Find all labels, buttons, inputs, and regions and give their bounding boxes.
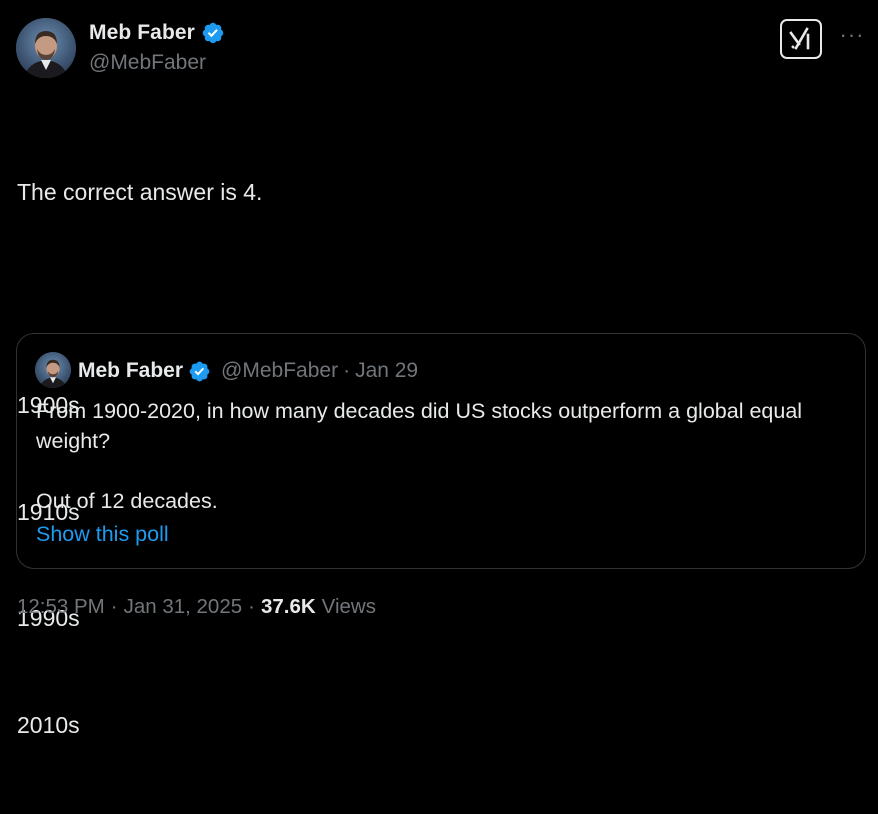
quoted-tweet-card[interactable]: Meb Faber @MebFaber · Jan 29 From 1900-2… <box>16 333 866 569</box>
separator-dot: · <box>248 595 255 618</box>
quoted-tweet-text-line: Out of 12 decades. <box>36 489 218 513</box>
views-count: 37.6K <box>260 595 316 618</box>
more-horizontal-icon[interactable]: ··· <box>839 24 865 51</box>
verified-badge-icon <box>188 360 211 383</box>
tweet-date[interactable]: Jan 31, 2025 <box>124 595 243 619</box>
grok-icon[interactable] <box>780 19 822 59</box>
author-avatar[interactable] <box>16 18 76 78</box>
quoted-author-display-name[interactable]: Meb Faber <box>78 359 183 383</box>
author-name-row: Meb Faber <box>89 20 225 46</box>
quoted-author-handle: @MebFaber <box>221 359 339 382</box>
tweet-text-line: The correct answer is 4. <box>17 179 263 205</box>
quoted-tweet-text: From 1900-2020, in how many decades did … <box>36 396 851 516</box>
quoted-tweet-header: Meb Faber @MebFaber · Jan 29 <box>78 358 418 384</box>
author-handle[interactable]: @MebFaber <box>89 51 206 75</box>
separator-dot: · <box>343 359 351 382</box>
show-poll-link[interactable]: Show this poll <box>36 522 169 547</box>
tweet-meta: 12:53 PM · Jan 31, 2025 · 37.6K Views <box>17 595 376 619</box>
tweet-time[interactable]: 12:53 PM <box>17 595 105 619</box>
tweet: Meb Faber @MebFaber ··· The correct answ… <box>0 0 878 738</box>
author-display-name[interactable]: Meb Faber <box>89 21 195 45</box>
tweet-text-line <box>17 282 262 318</box>
views-label: Views <box>321 595 376 618</box>
quoted-tweet-text-line: From 1900-2020, in how many decades did … <box>36 399 803 453</box>
quoted-author-avatar[interactable] <box>35 352 71 388</box>
quoted-tweet-date: Jan 29 <box>355 359 419 382</box>
tweet-text-line: 2010s <box>17 711 80 738</box>
separator-dot: · <box>110 595 118 618</box>
verified-badge-icon[interactable] <box>201 21 225 45</box>
